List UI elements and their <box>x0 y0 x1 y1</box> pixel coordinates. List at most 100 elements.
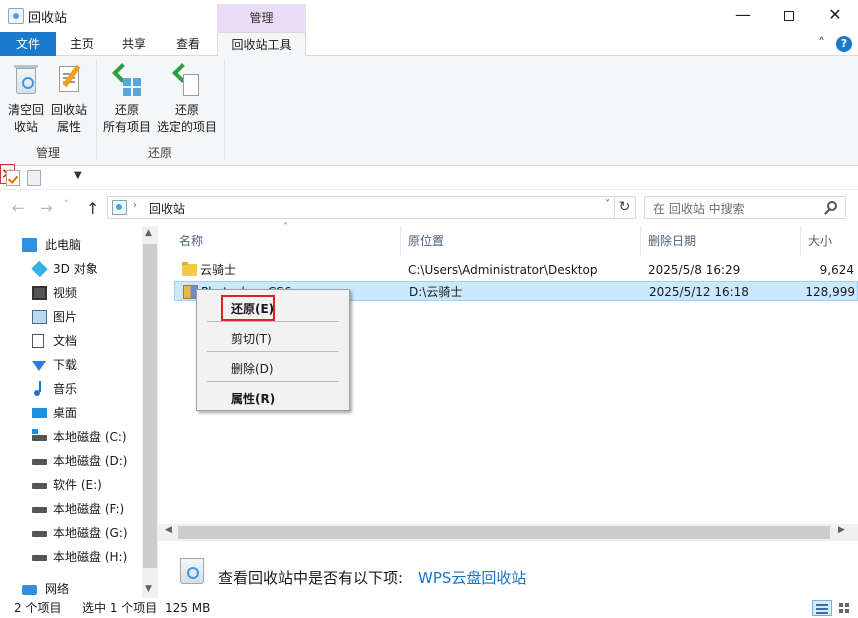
sidebar-item-documents[interactable]: 文档 <box>0 329 142 353</box>
3d-objects-icon <box>31 260 48 278</box>
breadcrumb-chevron-icon[interactable]: › <box>133 200 137 211</box>
column-header-date-deleted[interactable]: 删除日期 <box>648 232 696 249</box>
sidebar-item-pictures[interactable]: 图片 <box>0 305 142 329</box>
address-bar[interactable]: › 回收站 ˅ <box>107 196 615 219</box>
quick-access-toolbar: ✕ ▼ <box>0 164 858 190</box>
column-divider[interactable] <box>640 226 641 256</box>
column-divider[interactable] <box>400 226 401 256</box>
menu-separator <box>207 351 339 352</box>
sidebar-item-drive-h[interactable]: 本地磁盘 (H:) <box>0 545 142 569</box>
column-divider[interactable] <box>800 226 801 256</box>
recycle-bin-icon <box>112 200 127 215</box>
menu-separator <box>207 321 339 322</box>
sidebar-item-music[interactable]: 音乐 <box>0 377 142 401</box>
sidebar-item-drive-f[interactable]: 本地磁盘 (F:) <box>0 497 142 521</box>
button-label: 还原 <box>174 103 199 117</box>
desktop-icon <box>32 408 47 418</box>
group-label-manage: 管理 <box>36 146 61 160</box>
tab-recycle-bin-tools[interactable]: 回收站工具 <box>217 32 306 57</box>
recent-locations-icon[interactable]: ˅ <box>64 200 69 210</box>
file-date: 2025/5/12 16:18 <box>649 285 749 299</box>
navigation-pane: 此电脑 3D 对象 视频 图片 文档 下载 音乐 桌面 本地磁盘 (C:) 本地… <box>0 226 158 598</box>
sidebar-item-videos[interactable]: 视频 <box>0 281 142 305</box>
tab-home[interactable]: 主页 <box>60 32 104 56</box>
group-divider <box>96 60 97 160</box>
sidebar-item-drive-e[interactable]: 软件 (E:) <box>0 473 142 497</box>
drive-icon <box>32 531 47 537</box>
scroll-down-icon[interactable]: ▼ <box>145 584 152 594</box>
documents-icon <box>32 334 44 348</box>
sidebar-item-3d-objects[interactable]: 3D 对象 <box>0 257 142 281</box>
customize-toolbar-icon[interactable]: ▼ <box>74 170 82 181</box>
collapse-ribbon-icon[interactable]: ˄ <box>818 36 825 52</box>
sidebar-item-desktop[interactable]: 桌面 <box>0 401 142 425</box>
up-arrow-icon[interactable]: ↑ <box>86 199 99 218</box>
restore-selected-button[interactable]: 还原 选定的项目 <box>154 60 220 136</box>
help-icon[interactable]: ? <box>836 36 852 52</box>
recycle-bin-properties-button[interactable]: 回收站 属性 <box>47 60 91 136</box>
address-row: ← → ˅ ↑ › 回收站 ˅ ↻ 在 回收站 中搜索 <box>0 190 858 226</box>
drive-icon <box>32 507 47 513</box>
details-view-icon[interactable] <box>812 600 832 616</box>
drive-icon <box>32 483 47 489</box>
button-label: 还原 <box>114 103 139 117</box>
folder-icon <box>182 262 197 276</box>
scroll-right-icon[interactable]: ▶ <box>838 525 845 535</box>
chevron-down-icon[interactable]: ˅ <box>605 199 610 210</box>
sidebar-item-downloads[interactable]: 下载 <box>0 353 142 377</box>
column-header-size[interactable]: 大小 <box>808 232 832 249</box>
sidebar-item-drive-g[interactable]: 本地磁盘 (G:) <box>0 521 142 545</box>
file-location: C:\Users\Administrator\Desktop <box>408 263 598 277</box>
sidebar-item-drive-d[interactable]: 本地磁盘 (D:) <box>0 449 142 473</box>
group-divider <box>224 60 225 160</box>
scroll-left-icon[interactable]: ◀ <box>165 525 172 535</box>
drive-icon <box>32 429 47 441</box>
menu-item-cut[interactable]: 剪切(T) <box>231 330 272 347</box>
music-icon <box>34 381 41 396</box>
breadcrumb[interactable]: 回收站 <box>149 200 185 217</box>
forward-arrow-icon[interactable]: → <box>40 199 53 217</box>
file-location: D:\云骑士 <box>409 285 463 299</box>
maximize-button[interactable] <box>766 0 812 30</box>
file-name: 云骑士 <box>200 263 237 277</box>
h-scroll-thumb[interactable] <box>178 526 830 539</box>
tab-view[interactable]: 查看 <box>164 32 212 56</box>
restore-all-button[interactable]: 还原 所有项目 <box>100 60 154 136</box>
tab-file[interactable]: 文件 <box>0 32 56 56</box>
menu-item-restore[interactable]: 还原(E) <box>231 300 274 317</box>
menu-item-delete[interactable]: 删除(D) <box>231 360 274 377</box>
file-size: 128,999 <box>805 285 855 299</box>
search-input[interactable]: 在 回收站 中搜索 <box>644 196 846 219</box>
sidebar-item-this-pc[interactable]: 此电脑 <box>0 233 142 257</box>
column-header-original-location[interactable]: 原位置 <box>408 232 444 249</box>
status-item-count: 2 个项目 <box>14 601 62 615</box>
button-label: 回收站 <box>50 103 87 117</box>
scroll-up-icon[interactable]: ▲ <box>145 228 152 238</box>
back-arrow-icon[interactable]: ← <box>12 199 25 217</box>
properties-check-icon[interactable] <box>6 170 20 186</box>
tab-share[interactable]: 共享 <box>110 32 158 56</box>
file-size: 9,624 <box>819 263 854 277</box>
empty-recycle-bin-button[interactable]: 清空回 收站 <box>4 60 48 136</box>
context-menu: 还原(E) 剪切(T) 删除(D) 属性(R) <box>196 289 350 411</box>
video-icon <box>32 286 47 300</box>
new-folder-icon[interactable] <box>27 170 41 186</box>
window-title: 回收站 <box>28 11 68 26</box>
maximize-icon <box>784 10 794 21</box>
nav-pane-scroll-thumb[interactable] <box>143 244 157 568</box>
recycle-bin-icon <box>14 65 38 94</box>
wps-cloud-recycle-link[interactable]: WPS云盘回收站 <box>418 567 526 588</box>
sidebar-item-drive-c[interactable]: 本地磁盘 (C:) <box>0 425 142 449</box>
large-icons-view-icon[interactable] <box>836 600 854 616</box>
file-date: 2025/5/8 16:29 <box>648 263 741 277</box>
refresh-button[interactable]: ↻ <box>614 196 636 219</box>
close-button[interactable]: ✕ <box>812 0 858 30</box>
table-row[interactable]: 云骑士 C:\Users\Administrator\Desktop 2025/… <box>174 260 858 280</box>
column-header-name[interactable]: 名称 <box>179 232 203 249</box>
recycle-bin-icon <box>180 558 204 584</box>
minimize-button[interactable]: — <box>720 0 766 30</box>
recycle-bin-icon <box>8 8 24 24</box>
menu-item-properties[interactable]: 属性(R) <box>231 390 275 407</box>
computer-icon <box>22 238 37 252</box>
ribbon: 清空回 收站 回收站 属性 还原 所有项目 还原 选定的项目 管理 还原 <box>0 56 858 166</box>
